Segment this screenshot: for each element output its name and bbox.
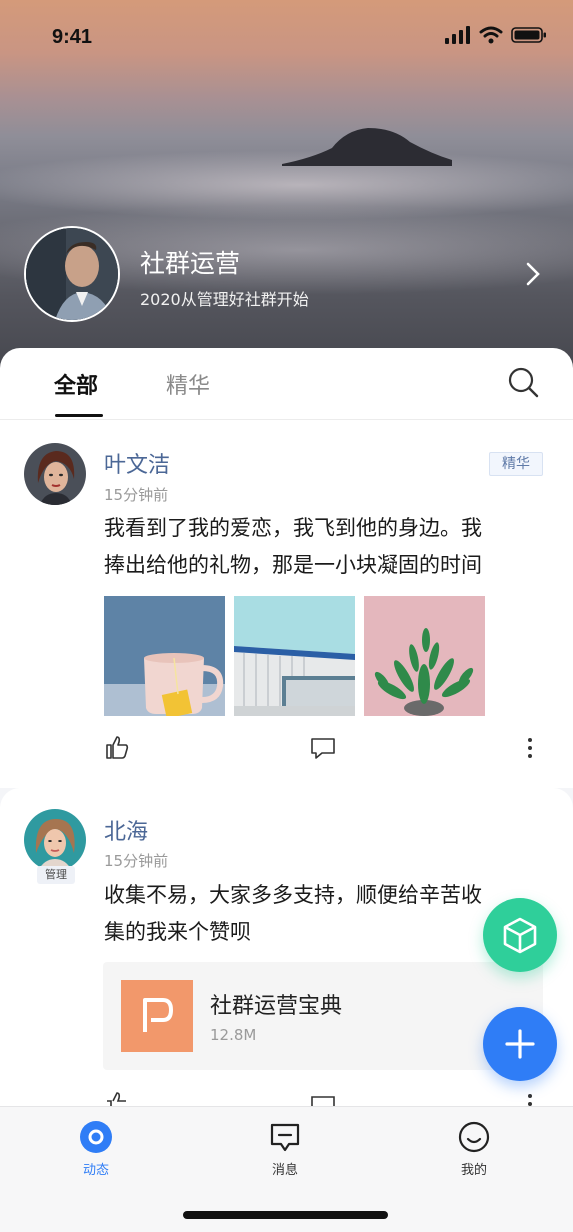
tab-label: 我的 <box>460 1163 487 1178</box>
create-post-button[interactable] <box>483 1007 557 1081</box>
more-vertical-icon[interactable] <box>522 1092 538 1106</box>
status-icons <box>445 26 547 44</box>
more-vertical-icon[interactable] <box>522 736 538 760</box>
post-timestamp: 15分钟前 <box>104 486 169 504</box>
group-subtitle: 2020从管理好社群开始 <box>140 290 309 309</box>
post-author-name[interactable]: 叶文洁 <box>104 447 170 479</box>
post-image[interactable] <box>104 596 225 716</box>
tab-activity[interactable]: 动态 <box>56 1121 136 1181</box>
message-icon <box>270 1123 300 1152</box>
group-title: 社群运营 <box>140 249 241 278</box>
avatar[interactable] <box>24 809 86 871</box>
search-icon[interactable] <box>507 366 539 398</box>
group-avatar <box>24 226 120 322</box>
group-cover-image: 9:41 社群运营 2020从管理好社群开始 <box>0 0 573 380</box>
cube-icon <box>503 917 537 954</box>
post-text-line: 捧出给他的礼物，那是一小块凝固的时间 <box>104 553 482 577</box>
comment-icon[interactable] <box>310 1094 336 1106</box>
activity-icon <box>80 1121 112 1153</box>
comment-icon[interactable] <box>310 736 336 760</box>
post-timestamp: 15分钟前 <box>104 852 169 870</box>
active-tab-indicator <box>55 414 103 417</box>
admin-role-tag: 管理 <box>37 866 75 884</box>
group-header[interactable]: 社群运营 2020从管理好社群开始 <box>24 226 549 322</box>
avatar[interactable] <box>24 443 86 505</box>
file-size: 12.8M <box>210 1026 257 1044</box>
plus-icon <box>505 1029 535 1059</box>
status-bar: 9:41 <box>0 0 573 72</box>
wifi-icon <box>479 26 503 44</box>
home-indicator <box>183 1211 388 1219</box>
feed-tabs: 全部 精华 <box>0 348 573 420</box>
like-icon[interactable] <box>104 734 130 760</box>
status-time: 9:41 <box>52 26 93 48</box>
like-icon[interactable] <box>104 1090 130 1106</box>
post-image[interactable] <box>364 596 485 716</box>
tab-all[interactable]: 全部 <box>54 368 98 400</box>
file-attachment[interactable]: 社群运营宝典 12.8M <box>103 962 543 1070</box>
tab-messages[interactable]: 消息 <box>245 1121 325 1181</box>
post-text: 我看到了我的爱恋，我飞到他的身边。我 捧出给他的礼物，那是一小块凝固的时间 <box>104 510 549 584</box>
post-image[interactable] <box>234 596 355 716</box>
cover-mountain <box>282 128 452 166</box>
discover-fab-button[interactable] <box>483 898 557 972</box>
post-author-name[interactable]: 北海 <box>104 814 148 846</box>
battery-icon <box>511 27 546 43</box>
signal-icon <box>445 26 470 44</box>
tab-profile[interactable]: 我的 <box>434 1121 514 1181</box>
feed-panel: 全部 精华 叶文洁 15分钟前 精华 我看到了我的爱恋，我飞到他的身边。我 捧出… <box>0 348 573 788</box>
tab-label: 动态 <box>82 1163 109 1178</box>
post-text-line: 我看到了我的爱恋，我飞到他的身边。我 <box>104 516 482 540</box>
ppt-file-icon <box>121 980 193 1052</box>
tab-featured[interactable]: 精华 <box>166 368 210 400</box>
app-screen: 9:41 社群运营 2020从管理好社群开始 全部 精华 叶文洁 15分钟前 精… <box>0 0 573 1232</box>
tab-label: 消息 <box>271 1163 298 1178</box>
featured-badge: 精华 <box>489 452 543 476</box>
chevron-right-icon[interactable] <box>523 260 543 288</box>
file-name: 社群运营宝典 <box>210 994 343 1019</box>
profile-smile-icon <box>458 1121 490 1153</box>
